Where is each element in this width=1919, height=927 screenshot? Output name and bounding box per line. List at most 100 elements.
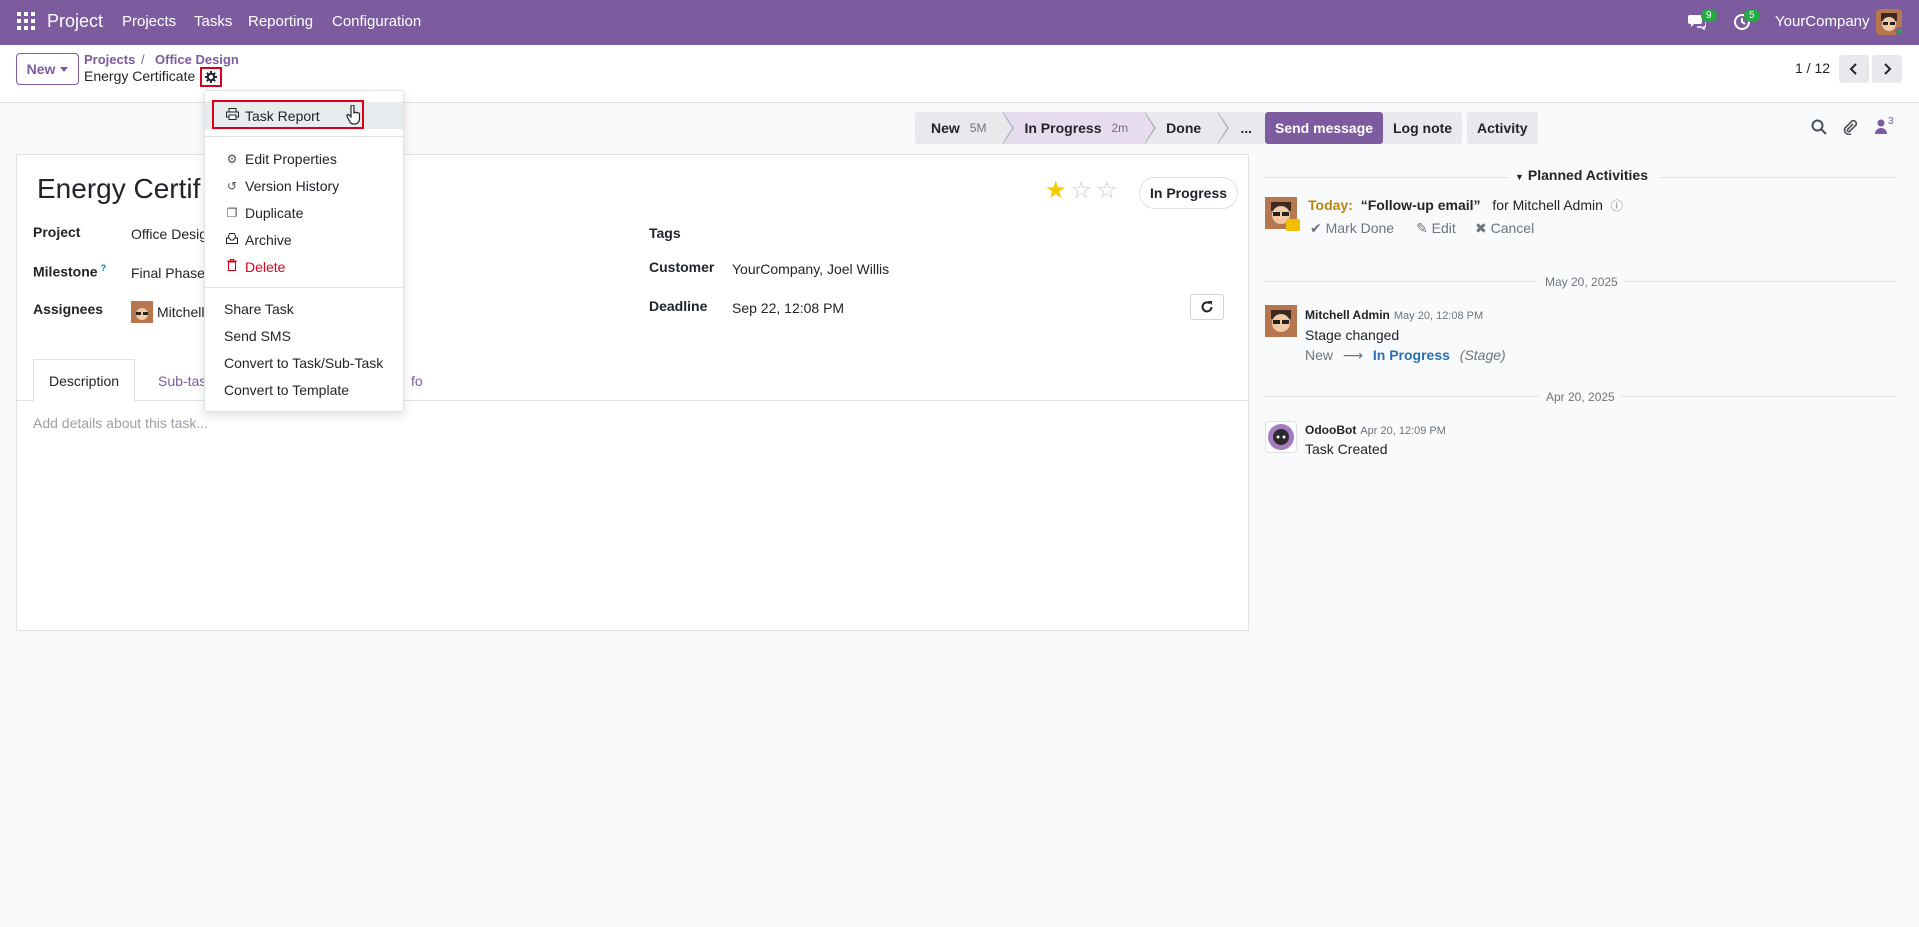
- description-editor[interactable]: Add details about this task...: [33, 415, 208, 431]
- followers-icon[interactable]: [1875, 119, 1887, 135]
- recurrence-refresh-button[interactable]: [1190, 294, 1224, 320]
- breadcrumb-projects[interactable]: Projects: [84, 52, 135, 67]
- stage-label: ...: [1240, 120, 1252, 136]
- activity-line: Today: “Follow-up email” for Mitchell Ad…: [1308, 197, 1623, 214]
- menu-item-send-sms[interactable]: Send SMS: [205, 322, 403, 349]
- stage-duration: 2m: [1111, 121, 1129, 135]
- chevron-left-icon: [1849, 63, 1857, 75]
- form-sheet: Energy Certif ★ ☆ ☆ In Progress Project …: [16, 154, 1249, 631]
- refresh-icon: [1201, 301, 1213, 313]
- menu-item-label: Delete: [245, 258, 286, 275]
- activity-today-label: Today:: [1308, 197, 1353, 213]
- chevron-right-icon: [1884, 63, 1892, 75]
- menu-item-label: Duplicate: [245, 204, 304, 221]
- menu-item-label: Version History: [245, 177, 340, 194]
- milestone-value[interactable]: Final Phase: [131, 265, 205, 281]
- actions-gear-button[interactable]: [200, 67, 222, 87]
- stage-label: In Progress: [1024, 120, 1102, 136]
- menu-reporting[interactable]: Reporting: [248, 13, 313, 30]
- pager-next-button[interactable]: [1872, 55, 1902, 83]
- task-title[interactable]: Energy Certif: [37, 173, 200, 205]
- planned-activities-toggle[interactable]: ▼ Planned Activities: [1515, 167, 1648, 183]
- actions-dropdown-menu: Task Report ⚙ Edit Properties ↺ Version …: [204, 90, 404, 412]
- tracking-field: (Stage): [1459, 347, 1506, 363]
- messages-count-badge: 9: [1701, 9, 1717, 22]
- hand-cursor-icon: [346, 105, 361, 125]
- edit-activity-link[interactable]: ✎ Edit: [1416, 220, 1456, 237]
- star-empty-icon[interactable]: ☆: [1071, 179, 1093, 203]
- followers-count: 3: [1888, 116, 1894, 127]
- milestone-label-text: Milestone: [33, 263, 98, 280]
- cancel-activity-link[interactable]: ✖ Cancel: [1475, 220, 1534, 237]
- check-icon: ✔: [1310, 220, 1326, 236]
- date-separator: Apr 20, 2025: [1546, 390, 1615, 404]
- divider: [1625, 281, 1896, 282]
- project-label: Project: [33, 224, 81, 240]
- customer-value[interactable]: YourCompany, Joel Willis: [732, 261, 889, 277]
- deadline-value[interactable]: Sep 22, 12:08 PM: [732, 300, 844, 316]
- customer-label: Customer: [649, 259, 715, 275]
- breadcrumb-current: Energy Certificate: [84, 68, 196, 84]
- menu-item-convert-template[interactable]: Convert to Template: [205, 376, 403, 403]
- apps-grid-icon[interactable]: [17, 12, 35, 30]
- menu-item-edit-properties[interactable]: ⚙ Edit Properties: [205, 145, 403, 172]
- company-switcher[interactable]: YourCompany: [1775, 13, 1870, 30]
- send-message-button[interactable]: Send message: [1265, 112, 1384, 144]
- activity-assignee: for Mitchell Admin: [1492, 197, 1603, 213]
- stage-new[interactable]: New 5M: [915, 112, 1015, 144]
- star-empty-icon[interactable]: ☆: [1096, 179, 1118, 203]
- menu-item-share-task[interactable]: Share Task: [205, 295, 403, 322]
- message-author-name[interactable]: Mitchell Admin: [1305, 308, 1390, 322]
- search-icon[interactable]: [1811, 119, 1827, 135]
- activity-button[interactable]: Activity: [1467, 112, 1538, 144]
- divider: [1660, 177, 1896, 178]
- menu-item-archive[interactable]: Archive: [205, 226, 403, 253]
- info-icon[interactable]: ⓘ: [1611, 199, 1623, 213]
- assignees-value[interactable]: Mitchell: [157, 304, 204, 320]
- highlight-box: [212, 100, 364, 129]
- tracking-value: New ⟶ In Progress (Stage): [1305, 347, 1506, 364]
- online-status-dot: [1895, 27, 1904, 36]
- menu-item-duplicate[interactable]: ❐ Duplicate: [205, 199, 403, 226]
- message-time: May 20, 12:08 PM: [1393, 310, 1484, 322]
- stage-label: New: [931, 120, 960, 136]
- log-note-button[interactable]: Log note: [1383, 112, 1463, 144]
- task-state-pill[interactable]: In Progress: [1139, 177, 1239, 209]
- cancel-label: Cancel: [1490, 220, 1535, 236]
- message-body: Task Created: [1305, 441, 1388, 457]
- message-author-name[interactable]: OdooBot: [1305, 423, 1356, 437]
- project-value[interactable]: Office Desig: [131, 226, 207, 242]
- menu-tasks[interactable]: Tasks: [194, 13, 232, 30]
- paperclip-icon[interactable]: [1842, 119, 1858, 135]
- tab-description[interactable]: Description: [33, 359, 136, 402]
- trash-icon: [224, 259, 240, 274]
- mark-done-link[interactable]: ✔ Mark Done: [1310, 220, 1394, 237]
- copy-icon: ❐: [226, 205, 238, 220]
- tags-label: Tags: [649, 225, 681, 241]
- mark-done-label: Mark Done: [1325, 220, 1395, 236]
- caret-down-icon: ▼: [1515, 172, 1524, 182]
- assignees-label: Assignees: [33, 301, 104, 317]
- notebook-tabs: Description Sub-tas fo: [17, 359, 1248, 402]
- email-activity-icon: [1286, 219, 1300, 231]
- history-icon: ↺: [226, 178, 238, 193]
- pager-value[interactable]: 1 / 12: [1795, 60, 1830, 76]
- menu-item-label: Edit Properties: [245, 150, 337, 167]
- breadcrumb-office-design[interactable]: Office Design: [155, 52, 239, 67]
- star-filled-icon[interactable]: ★: [1045, 179, 1067, 203]
- help-icon[interactable]: ?: [101, 263, 107, 273]
- stage-in-progress[interactable]: In Progress 2m: [1002, 112, 1157, 144]
- pager-previous-button[interactable]: [1839, 55, 1869, 83]
- menu-item-version-history[interactable]: ↺ Version History: [205, 172, 403, 199]
- planned-activities-title: Planned Activities: [1527, 167, 1648, 183]
- top-navbar: Project Projects Tasks Reporting Configu…: [0, 0, 1919, 45]
- divider: [1265, 396, 1539, 397]
- app-brand[interactable]: Project: [47, 11, 103, 32]
- menu-item-convert-task[interactable]: Convert to Task/Sub-Task: [205, 349, 403, 376]
- new-button[interactable]: New: [16, 53, 79, 85]
- stage-statusbar: New 5M In Progress 2m Done ...: [915, 112, 1266, 144]
- menu-configuration[interactable]: Configuration: [332, 13, 421, 30]
- menu-projects[interactable]: Projects: [122, 13, 176, 30]
- menu-item-delete[interactable]: Delete: [205, 253, 403, 280]
- date-separator: May 20, 2025: [1545, 275, 1618, 289]
